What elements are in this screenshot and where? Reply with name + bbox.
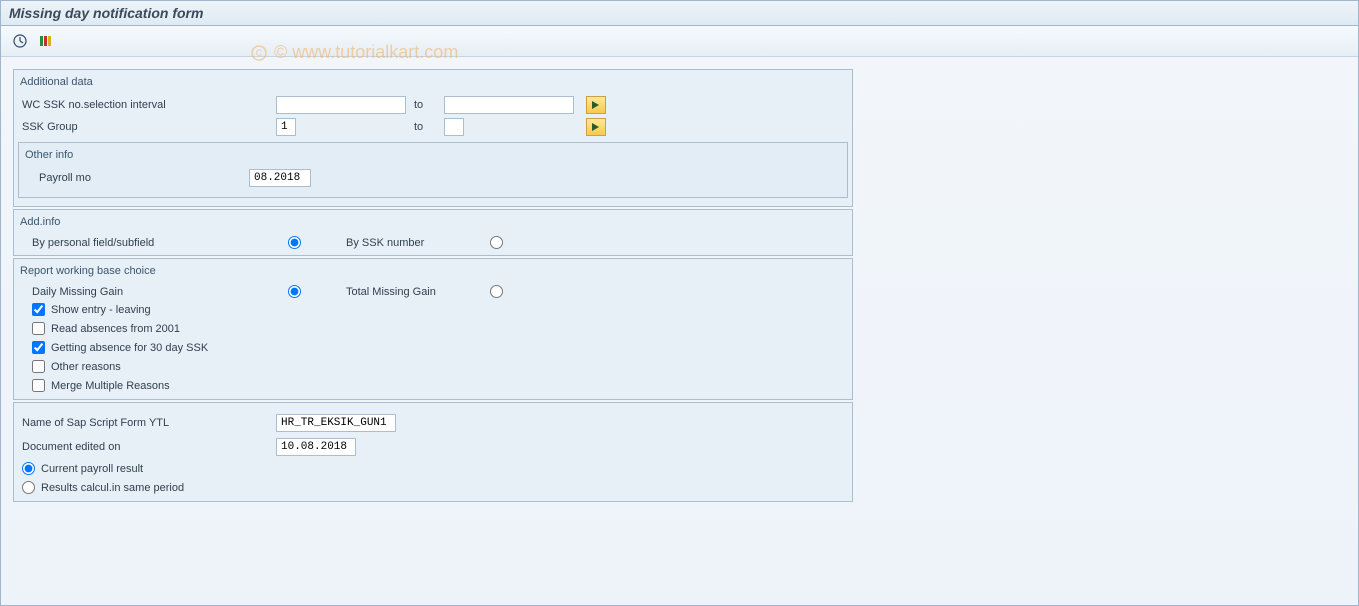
wc-ssk-multi-button[interactable] bbox=[586, 96, 606, 114]
content-area: Additional data WC SSK no.selection inte… bbox=[1, 57, 1358, 516]
form-name-input[interactable] bbox=[276, 414, 396, 432]
payroll-mo-label: Payroll mo bbox=[25, 172, 245, 184]
report-choice-group: Report working base choice Daily Missing… bbox=[13, 258, 853, 400]
total-missing-radio[interactable] bbox=[490, 285, 503, 298]
execute-icon bbox=[12, 33, 28, 49]
other-reasons-label: Other reasons bbox=[51, 361, 121, 373]
form-name-label: Name of Sap Script Form YTL bbox=[18, 417, 238, 429]
total-missing-label: Total Missing Gain bbox=[306, 286, 486, 298]
toolbar bbox=[1, 26, 1358, 57]
add-info-radio-row: By personal field/subfield By SSK number bbox=[18, 234, 848, 251]
arrow-right-icon bbox=[591, 100, 601, 110]
ssk-group-to-input[interactable] bbox=[444, 118, 464, 136]
show-entry-checkbox[interactable] bbox=[32, 303, 45, 316]
execute-button[interactable] bbox=[11, 32, 29, 50]
arrow-right-icon bbox=[591, 122, 601, 132]
additional-data-group: Additional data WC SSK no.selection inte… bbox=[13, 69, 853, 207]
wc-ssk-row: WC SSK no.selection interval to bbox=[18, 94, 848, 116]
results-calc-row: Results calcul.in same period bbox=[18, 478, 848, 497]
wc-ssk-label: WC SSK no.selection interval bbox=[18, 99, 238, 111]
by-ssk-radio[interactable] bbox=[490, 236, 503, 249]
variant-icon bbox=[38, 33, 54, 49]
form-name-row: Name of Sap Script Form YTL bbox=[18, 411, 848, 435]
other-info-label: Other info bbox=[25, 147, 841, 167]
merge-multiple-checkbox[interactable] bbox=[32, 379, 45, 392]
add-info-group: Add.info By personal field/subfield By S… bbox=[13, 209, 853, 256]
other-reasons-checkbox[interactable] bbox=[32, 360, 45, 373]
current-payroll-label: Current payroll result bbox=[41, 463, 143, 475]
payroll-mo-row: Payroll mo bbox=[25, 167, 841, 189]
current-payroll-row: Current payroll result bbox=[18, 459, 848, 478]
by-personal-label: By personal field/subfield bbox=[18, 237, 238, 249]
show-entry-row: Show entry - leaving bbox=[18, 300, 848, 319]
ssk-group-row: SSK Group to bbox=[18, 116, 848, 138]
doc-edited-label: Document edited on bbox=[18, 441, 238, 453]
by-personal-radio[interactable] bbox=[288, 236, 301, 249]
additional-data-label: Additional data bbox=[18, 74, 848, 94]
merge-multiple-label: Merge Multiple Reasons bbox=[51, 380, 170, 392]
payroll-mo-input[interactable] bbox=[249, 169, 311, 187]
other-info-group: Other info Payroll mo bbox=[18, 142, 848, 198]
doc-edited-input[interactable] bbox=[276, 438, 356, 456]
merge-multiple-row: Merge Multiple Reasons bbox=[18, 376, 848, 395]
read-absences-checkbox[interactable] bbox=[32, 322, 45, 335]
title-bar: Missing day notification form bbox=[1, 1, 1358, 26]
daily-missing-label: Daily Missing Gain bbox=[18, 286, 238, 298]
by-ssk-label: By SSK number bbox=[306, 237, 486, 249]
getting-absence-checkbox[interactable] bbox=[32, 341, 45, 354]
sap-window: Missing day notification form C © www.tu… bbox=[0, 0, 1359, 606]
wc-ssk-from-input[interactable] bbox=[276, 96, 406, 114]
bottom-group: Name of Sap Script Form YTL Document edi… bbox=[13, 402, 853, 502]
ssk-group-from-input[interactable] bbox=[276, 118, 296, 136]
other-reasons-row: Other reasons bbox=[18, 357, 848, 376]
results-calc-label: Results calcul.in same period bbox=[41, 482, 184, 494]
daily-missing-radio[interactable] bbox=[288, 285, 301, 298]
read-absences-label: Read absences from 2001 bbox=[51, 323, 180, 335]
report-choice-label: Report working base choice bbox=[18, 263, 848, 283]
read-absences-row: Read absences from 2001 bbox=[18, 319, 848, 338]
show-entry-label: Show entry - leaving bbox=[51, 304, 151, 316]
ssk-group-multi-button[interactable] bbox=[586, 118, 606, 136]
ssk-group-label: SSK Group bbox=[18, 121, 238, 133]
report-radio-row: Daily Missing Gain Total Missing Gain bbox=[18, 283, 848, 300]
getting-absence-row: Getting absence for 30 day SSK bbox=[18, 338, 848, 357]
ssk-group-to-label: to bbox=[410, 121, 440, 133]
doc-edited-row: Document edited on bbox=[18, 435, 848, 459]
page-title: Missing day notification form bbox=[9, 5, 203, 21]
variant-button[interactable] bbox=[37, 32, 55, 50]
wc-ssk-to-label: to bbox=[410, 99, 440, 111]
wc-ssk-to-input[interactable] bbox=[444, 96, 574, 114]
add-info-label: Add.info bbox=[18, 214, 848, 234]
current-payroll-radio[interactable] bbox=[22, 462, 35, 475]
results-calc-radio[interactable] bbox=[22, 481, 35, 494]
getting-absence-label: Getting absence for 30 day SSK bbox=[51, 342, 208, 354]
